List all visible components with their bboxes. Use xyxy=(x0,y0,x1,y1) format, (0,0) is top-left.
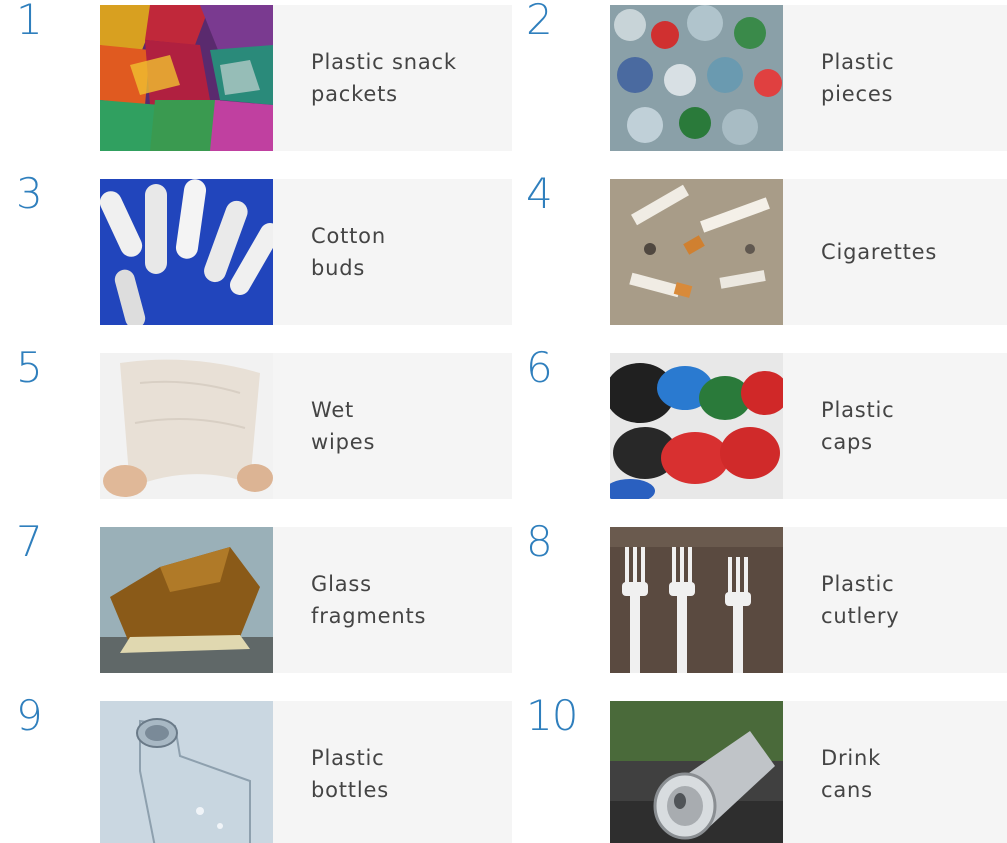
item-label-panel: Plastic cutlery xyxy=(783,527,1007,673)
item-label: Plastic snack packets xyxy=(311,50,457,106)
rank-number: 3 xyxy=(16,169,43,218)
item-label: Plastic bottles xyxy=(311,746,389,802)
item-label: Cotton buds xyxy=(311,224,386,280)
rank-number: 7 xyxy=(16,517,43,566)
ranking-item-9: 9 Plastic bottles xyxy=(16,695,512,843)
item-label-panel: Plastic snack packets xyxy=(273,5,512,151)
litter-ranking-grid: 1 Plastic snack packets 2 Plastic pieces… xyxy=(0,0,1007,843)
ranking-item-3: 3 Cotton buds xyxy=(16,173,512,325)
rank-number: 6 xyxy=(526,343,553,392)
item-label: Plastic caps xyxy=(821,398,895,454)
item-label-panel: Cigarettes xyxy=(783,179,1007,325)
item-label-panel: Plastic bottles xyxy=(273,701,512,843)
item-label: Glass fragments xyxy=(311,572,427,628)
item-label-panel: Drink cans xyxy=(783,701,1007,843)
ranking-item-4: 4 Cigarettes xyxy=(526,173,1007,325)
item-label-panel: Glass fragments xyxy=(273,527,512,673)
drink-cans-photo xyxy=(610,701,783,843)
cigarettes-photo xyxy=(610,179,783,325)
rank-number: 9 xyxy=(16,691,43,740)
item-label: Plastic cutlery xyxy=(821,572,900,628)
item-label-panel: Plastic caps xyxy=(783,353,1007,499)
ranking-item-5: 5 Wet wipes xyxy=(16,347,512,499)
rank-number: 4 xyxy=(526,169,553,218)
snack-packets-photo xyxy=(100,5,273,151)
plastic-cutlery-photo xyxy=(610,527,783,673)
ranking-item-7: 7 Glass fragments xyxy=(16,521,512,673)
ranking-item-10: 10 Drink cans xyxy=(526,695,1007,843)
plastic-caps-photo xyxy=(610,353,783,499)
rank-number: 10 xyxy=(526,691,578,740)
ranking-item-8: 8 Plastic cutlery xyxy=(526,521,1007,673)
ranking-item-1: 1 Plastic snack packets xyxy=(16,0,512,151)
item-label: Plastic pieces xyxy=(821,50,895,106)
item-label: Cigarettes xyxy=(821,240,938,264)
item-label: Drink cans xyxy=(821,746,882,802)
plastic-pieces-photo xyxy=(610,5,783,151)
rank-number: 1 xyxy=(16,0,43,44)
rank-number: 2 xyxy=(526,0,553,44)
glass-fragments-photo xyxy=(100,527,273,673)
item-label-panel: Plastic pieces xyxy=(783,5,1007,151)
rank-number: 5 xyxy=(16,343,43,392)
item-label: Wet wipes xyxy=(311,398,376,454)
wet-wipes-photo xyxy=(100,353,273,499)
item-label-panel: Wet wipes xyxy=(273,353,512,499)
ranking-item-2: 2 Plastic pieces xyxy=(526,0,1007,151)
ranking-item-6: 6 Plastic caps xyxy=(526,347,1007,499)
plastic-bottles-photo xyxy=(100,701,273,843)
rank-number: 8 xyxy=(526,517,553,566)
cotton-buds-photo xyxy=(100,179,273,325)
item-label-panel: Cotton buds xyxy=(273,179,512,325)
